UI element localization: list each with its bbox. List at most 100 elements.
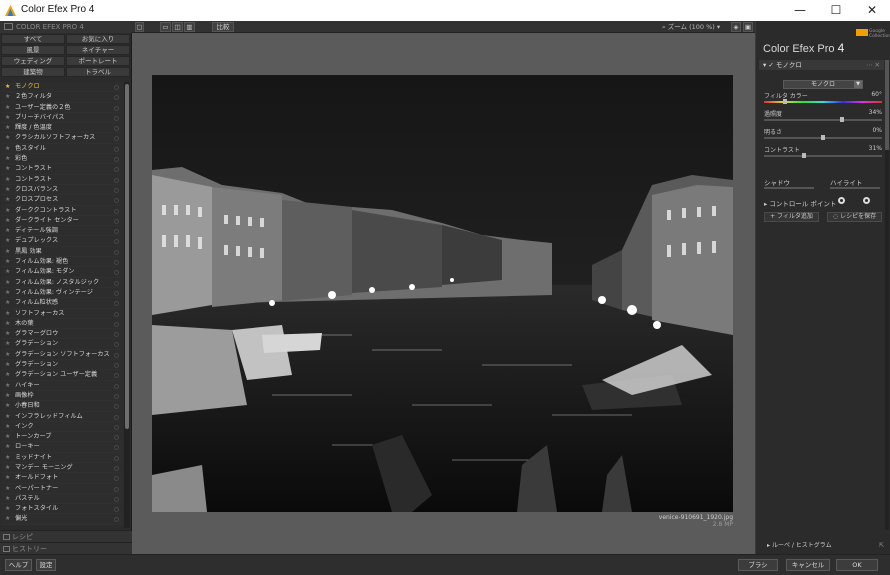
- hide-panel-icon[interactable]: ▢: [135, 22, 144, 32]
- highlight-slider[interactable]: [830, 187, 880, 189]
- filter-info-icon[interactable]: [114, 157, 119, 163]
- filter-list-item[interactable]: ★ 黒鳳 効果: [1, 246, 123, 258]
- favorite-star-icon[interactable]: ★: [5, 339, 10, 349]
- favorite-star-icon[interactable]: ★: [5, 494, 10, 504]
- filter-list-item[interactable]: ★ グラデーション ユーザー定義: [1, 370, 123, 381]
- category-favorites[interactable]: お気に入り: [66, 34, 130, 44]
- filter-info-icon[interactable]: [114, 95, 119, 101]
- history-section[interactable]: ヒストリー: [0, 542, 132, 554]
- filter-list-item[interactable]: ★ コントラスト: [1, 164, 123, 175]
- filter-info-icon[interactable]: [114, 198, 119, 204]
- remove-control-point-icon[interactable]: [863, 197, 870, 204]
- filter-info-icon[interactable]: [114, 414, 119, 420]
- category-wedding[interactable]: ウェディング: [1, 56, 65, 66]
- favorite-star-icon[interactable]: ★: [5, 370, 10, 380]
- favorite-star-icon[interactable]: ★: [5, 257, 10, 267]
- filter-list-item[interactable]: ★ クロスバランス: [1, 184, 123, 196]
- favorite-star-icon[interactable]: ★: [5, 432, 10, 442]
- filter-info-icon[interactable]: [114, 321, 119, 327]
- favorite-star-icon[interactable]: ★: [5, 278, 10, 288]
- favorite-star-icon[interactable]: ★: [5, 422, 10, 432]
- favorite-star-icon[interactable]: ★: [5, 319, 10, 329]
- slider-3[interactable]: コントラスト 31%: [764, 145, 882, 159]
- slider-knob[interactable]: [802, 153, 806, 158]
- favorite-star-icon[interactable]: ★: [5, 226, 10, 236]
- filter-list-scrollbar[interactable]: [124, 82, 130, 528]
- filter-list-item[interactable]: ★ フィルム効果: ヴィンテージ: [1, 287, 123, 299]
- filter-info-icon[interactable]: [114, 249, 119, 255]
- active-filter-header[interactable]: ▾ ✓ モノクロ ⋯ ✕: [759, 60, 884, 70]
- filter-info-icon[interactable]: [114, 290, 119, 296]
- filter-info-icon[interactable]: [114, 239, 119, 245]
- slider-0[interactable]: フィルタ カラー 60°: [764, 91, 882, 105]
- filter-list-item[interactable]: ★ コントラスト: [1, 174, 123, 185]
- filter-info-icon[interactable]: [114, 311, 119, 317]
- filter-info-icon[interactable]: [114, 435, 119, 441]
- cancel-button[interactable]: キャンセル: [786, 559, 830, 571]
- filter-list-item[interactable]: ★ ミッドナイト: [1, 452, 123, 463]
- close-button[interactable]: ✕: [854, 0, 890, 21]
- filter-info-icon[interactable]: [114, 496, 119, 502]
- filter-list-item[interactable]: ★ ローキー: [1, 442, 123, 453]
- slider-1[interactable]: 過照度 34%: [764, 109, 882, 123]
- filter-info-icon[interactable]: [114, 383, 119, 389]
- favorite-star-icon[interactable]: ★: [5, 195, 10, 205]
- slider-2[interactable]: 明るさ 0%: [764, 127, 882, 141]
- chevron-down-icon[interactable]: ▾: [763, 61, 766, 69]
- favorite-star-icon[interactable]: ★: [5, 216, 10, 226]
- filter-info-icon[interactable]: [114, 507, 119, 513]
- category-all[interactable]: すべて: [1, 34, 65, 44]
- filter-info-icon[interactable]: [114, 332, 119, 338]
- filter-options-icon[interactable]: ⋯ ✕: [866, 60, 880, 70]
- favorite-star-icon[interactable]: ★: [5, 309, 10, 319]
- filter-info-icon[interactable]: [114, 146, 119, 152]
- single-view-icon[interactable]: ▭: [160, 22, 171, 32]
- filter-info-icon[interactable]: [114, 105, 119, 111]
- filter-info-icon[interactable]: [114, 136, 119, 142]
- filter-list-item[interactable]: ★ 輝度 / 色温度: [1, 123, 123, 134]
- favorite-star-icon[interactable]: ★: [5, 350, 10, 360]
- favorite-star-icon[interactable]: ★: [5, 247, 10, 257]
- filter-info-icon[interactable]: [114, 301, 119, 307]
- filter-info-icon[interactable]: [114, 465, 119, 471]
- filter-list-item[interactable]: ★ 偏光: [1, 514, 123, 525]
- slider-knob[interactable]: [821, 135, 825, 140]
- filter-list-item[interactable]: ★ ダークライト センター: [1, 215, 123, 227]
- slider-track[interactable]: [764, 155, 882, 157]
- settings-button[interactable]: 設定: [36, 559, 56, 571]
- filter-list-item[interactable]: ★ ブリーチバイパス: [1, 112, 123, 124]
- checkmark-icon[interactable]: ✓: [768, 61, 773, 69]
- loupe-icon[interactable]: ◈: [731, 22, 741, 32]
- favorite-star-icon[interactable]: ★: [5, 144, 10, 154]
- filter-list-item[interactable]: ★ クロスプロセス: [1, 195, 123, 206]
- slider-track[interactable]: [764, 119, 882, 121]
- compare-button[interactable]: 比較: [212, 22, 234, 32]
- favorite-star-icon[interactable]: ★: [5, 298, 10, 308]
- favorite-star-icon[interactable]: ★: [5, 185, 10, 195]
- filter-info-icon[interactable]: [114, 486, 119, 492]
- category-architecture[interactable]: 建築物: [1, 67, 65, 77]
- shadow-slider[interactable]: [764, 187, 814, 189]
- filter-info-icon[interactable]: [114, 167, 119, 173]
- filter-info-icon[interactable]: [114, 126, 119, 132]
- favorite-star-icon[interactable]: ★: [5, 412, 10, 422]
- help-button[interactable]: ヘルプ: [5, 559, 32, 571]
- filter-list-item[interactable]: ★ グラデーション: [1, 360, 123, 371]
- filter-info-icon[interactable]: [114, 404, 119, 410]
- favorite-star-icon[interactable]: ★: [5, 82, 10, 92]
- favorite-star-icon[interactable]: ★: [5, 206, 10, 216]
- category-portrait[interactable]: ポートレート: [66, 56, 130, 66]
- favorite-star-icon[interactable]: ★: [5, 123, 10, 133]
- favorite-star-icon[interactable]: ★: [5, 504, 10, 514]
- filter-info-icon[interactable]: [114, 187, 119, 193]
- filter-list-item[interactable]: ★ ソフトフォーカス: [1, 308, 123, 319]
- favorite-star-icon[interactable]: ★: [5, 473, 10, 483]
- favorite-star-icon[interactable]: ★: [5, 381, 10, 391]
- pin-icon[interactable]: ⇱: [879, 541, 884, 551]
- filter-list-item[interactable]: ★ トーンカーブ: [1, 432, 123, 443]
- filter-list-item[interactable]: ★ パステル: [1, 493, 123, 505]
- favorite-star-icon[interactable]: ★: [5, 164, 10, 174]
- favorite-star-icon[interactable]: ★: [5, 442, 10, 452]
- filter-info-icon[interactable]: [114, 445, 119, 451]
- filter-info-icon[interactable]: [114, 260, 119, 266]
